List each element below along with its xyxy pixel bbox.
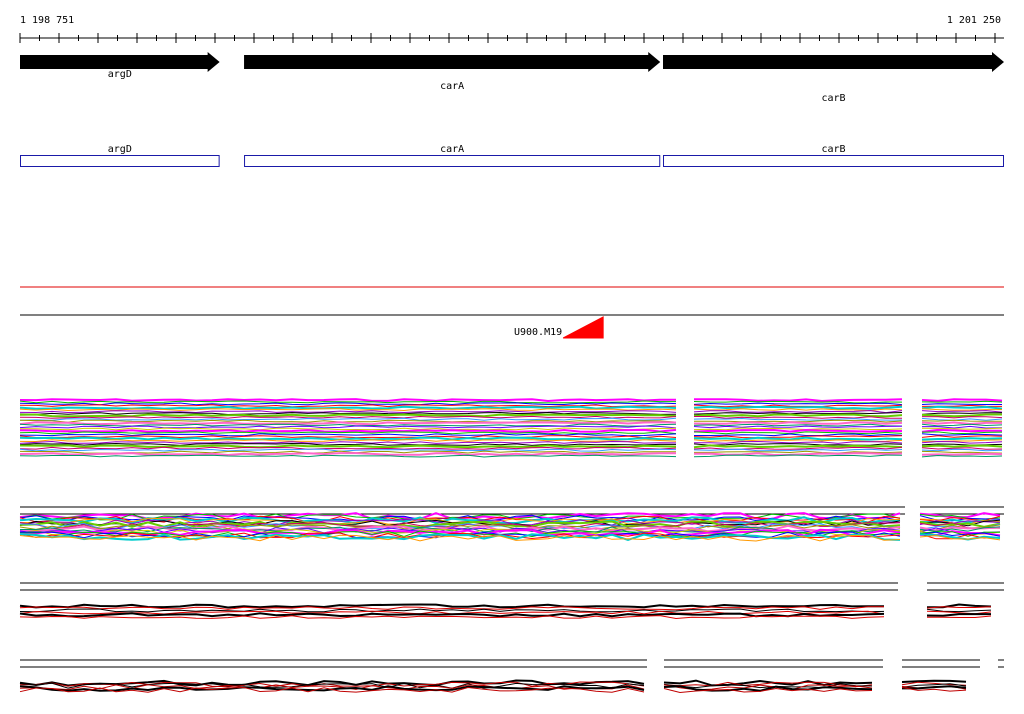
coverage-line [693, 405, 903, 410]
genome-browser-canvas: 1 198 751 1 201 250 argD carA carB argD car… [19, 15, 1004, 694]
gene-arrow[interactable] [244, 52, 661, 72]
cds-box[interactable] [244, 155, 661, 167]
cds-box[interactable] [20, 155, 220, 167]
coverage-line [693, 400, 903, 404]
coverage-line [921, 454, 1003, 458]
coverage-line [921, 405, 1003, 410]
coverage-line [926, 613, 991, 617]
coverage-line [921, 437, 1003, 441]
alignment-coverage-track-1 [19, 398, 1003, 458]
coverage-line [693, 444, 903, 449]
coverage-line [921, 431, 1003, 435]
coordinate-ruler: 1 198 751 1 201 250 [19, 15, 1004, 43]
alignment-coverage-track-4 [19, 659, 1004, 694]
coverage-line [693, 421, 903, 425]
coverage-line [921, 435, 1003, 438]
coverage-line [921, 423, 1003, 427]
coverage-line [19, 436, 677, 441]
coverage-line [19, 417, 677, 421]
coverage-line [922, 425, 1003, 429]
cds-label: argD [108, 144, 132, 155]
coverage-line [693, 417, 903, 421]
coverage-line [19, 446, 677, 450]
gene-track: argD carA carB [20, 52, 1004, 104]
gene-label: carA [440, 81, 464, 92]
coverage-line [693, 402, 903, 406]
coverage-line [19, 433, 677, 437]
coverage-line [921, 403, 1002, 405]
cds-label: carA [440, 144, 464, 155]
coverage-line [901, 679, 967, 683]
coverage-line [693, 435, 903, 439]
coverage-line [921, 440, 1003, 444]
coverage-line [693, 427, 903, 431]
ruler-start-label: 1 198 751 [20, 15, 74, 26]
coverage-line [693, 412, 903, 415]
feature-track: U900.M19 [20, 314, 1004, 339]
coverage-line [921, 413, 1002, 418]
coverage-line [19, 608, 885, 613]
coverage-line [693, 443, 903, 446]
coverage-line [921, 398, 1003, 402]
cds-box[interactable] [663, 155, 1004, 167]
cds-track: argD carA carB [20, 144, 1004, 167]
gene-arrow[interactable] [663, 52, 1004, 72]
cds-label: carB [821, 144, 845, 155]
coverage-line [19, 398, 676, 403]
coverage-line [693, 428, 902, 433]
coverage-line [19, 427, 677, 431]
coverage-line [19, 402, 677, 406]
coverage-line [921, 408, 1002, 411]
gene-argD[interactable]: argD [20, 52, 220, 80]
coverage-line [693, 440, 903, 444]
coverage-line [19, 612, 885, 618]
coverage-line [19, 405, 677, 410]
alignment-coverage-track-2 [19, 506, 1004, 542]
gene-label: argD [108, 69, 132, 80]
ruler-end-label: 1 201 250 [947, 15, 1001, 26]
alignment-coverage-track-3 [19, 582, 1004, 620]
cds-carB[interactable]: carB [663, 144, 1004, 167]
coverage-line [19, 444, 677, 449]
gene-carB[interactable]: carB [663, 52, 1004, 104]
cds-carA[interactable]: carA [244, 144, 661, 167]
coverage-line [921, 417, 1003, 421]
coverage-line [19, 413, 677, 418]
feature-wedge-marker[interactable] [562, 316, 604, 339]
coverage-line [921, 421, 1002, 426]
coverage-line [19, 452, 676, 457]
coverage-line [921, 427, 1003, 430]
coverage-line [19, 410, 677, 414]
coverage-line [693, 454, 903, 458]
gene-carA[interactable]: carA [244, 52, 661, 92]
coverage-line [693, 410, 903, 414]
coverage-line [693, 436, 903, 441]
coverage-line [19, 428, 677, 433]
coverage-line [921, 419, 1003, 422]
coverage-line [693, 425, 903, 429]
cds-argD[interactable]: argD [20, 144, 220, 167]
coverage-line [19, 448, 677, 452]
coverage-line [19, 454, 677, 458]
gene-label: carB [821, 93, 845, 104]
coverage-line [921, 416, 1003, 419]
coverage-line [19, 419, 677, 423]
coverage-line [693, 413, 903, 418]
coverage-line [921, 410, 1003, 413]
feature-label[interactable]: U900.M19 [514, 327, 562, 338]
coverage-line [694, 398, 903, 403]
coverage-line [19, 435, 677, 439]
coverage-line [921, 444, 1003, 448]
coverage-line [921, 452, 1003, 456]
